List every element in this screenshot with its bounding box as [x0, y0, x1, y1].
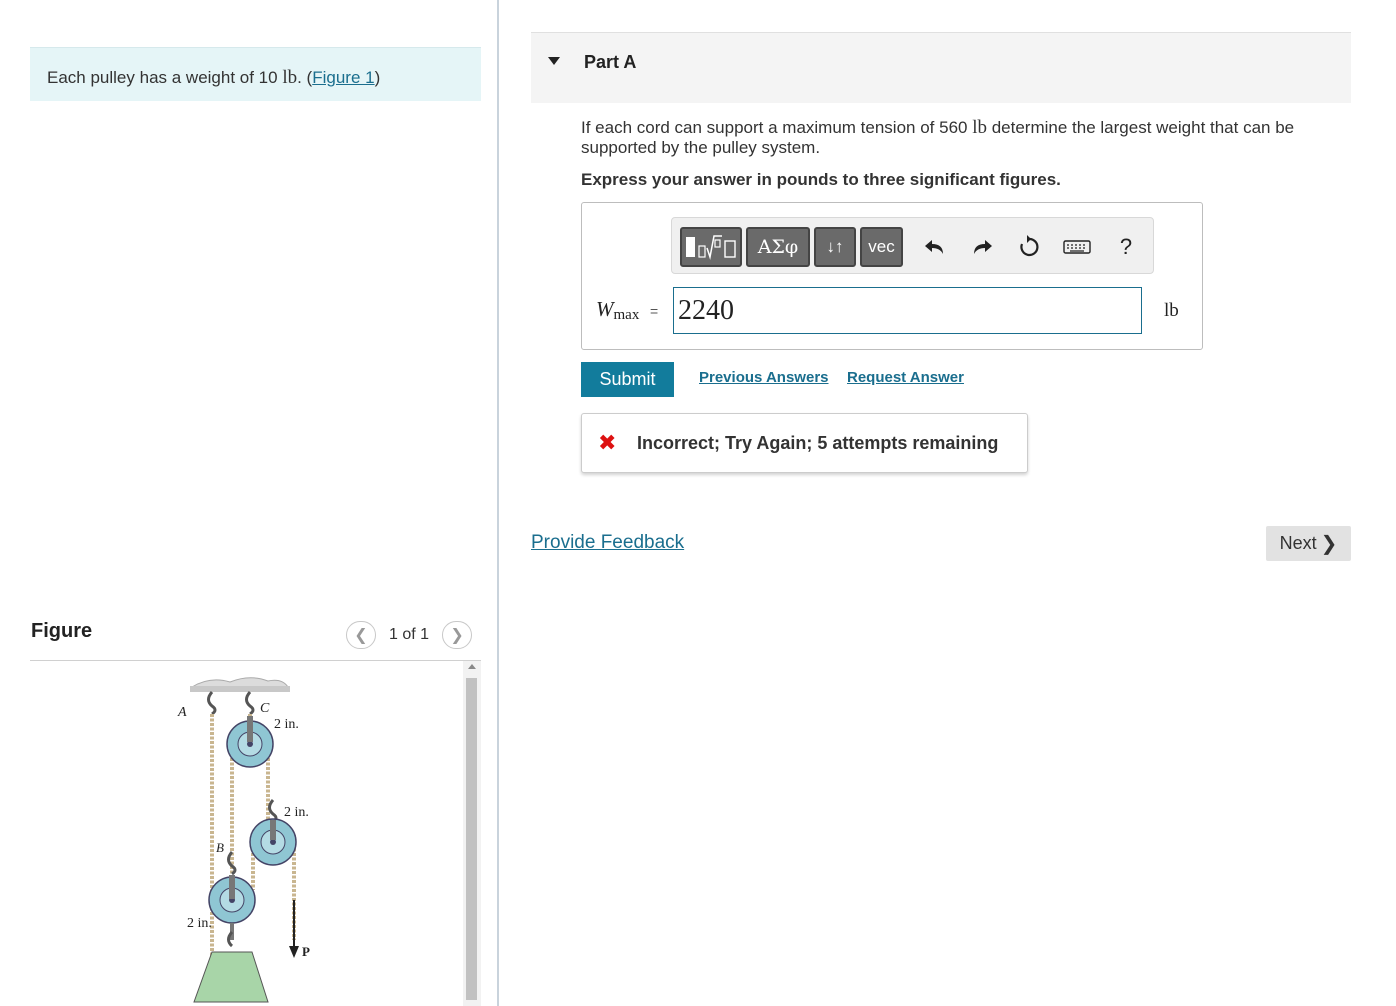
request-answer-link[interactable]: Request Answer [847, 369, 964, 386]
greek-icon[interactable]: ΑΣφ [746, 227, 810, 267]
label-a: A [177, 705, 187, 720]
provide-feedback-link[interactable]: Provide Feedback [531, 532, 684, 554]
equals-sign: = [650, 303, 659, 319]
math-toolbar: ΑΣφ ↓↑ vec ? [671, 217, 1154, 274]
ceiling-support [190, 677, 289, 688]
templates-icon[interactable] [680, 227, 742, 267]
scroll-up-arrow-icon[interactable] [468, 664, 476, 669]
intro-unit: lb [282, 67, 298, 88]
intro-text: Each pulley has a weight of 10 lb. (Figu… [47, 67, 381, 88]
weight-block [193, 951, 269, 1003]
chevron-left-icon[interactable]: ❮ [346, 621, 376, 649]
label-p: P [302, 944, 310, 959]
label-bottom-dim: 2 in. [187, 916, 212, 931]
reset-icon[interactable] [1014, 232, 1044, 262]
feedback-message: Incorrect; Try Again; 5 attempts remaini… [637, 433, 999, 453]
chevron-right-icon: ❯ [1320, 533, 1338, 555]
answer-input[interactable]: 2240 [673, 287, 1142, 334]
answer-instruction: Express your answer in pounds to three s… [581, 170, 1061, 189]
figure-title: Figure [31, 620, 93, 642]
undo-icon[interactable] [920, 232, 950, 262]
label-top-dim: 2 in. [274, 717, 299, 732]
figure-link[interactable]: Figure 1 [312, 68, 374, 87]
answer-variable: Wmax [596, 297, 640, 323]
hook-c [245, 691, 255, 716]
problem-intro: Each pulley has a weight of 10 lb. (Figu… [30, 47, 481, 101]
arrows-icon[interactable]: ↓↑ [814, 227, 856, 267]
figure-divider [30, 660, 481, 661]
figure-scrollbar-thumb[interactable] [466, 678, 477, 1000]
part-title[interactable]: Part A [584, 52, 636, 73]
vec-icon[interactable]: vec [860, 227, 903, 267]
chevron-right-icon[interactable]: ❯ [442, 621, 473, 649]
next-button[interactable]: Next ❯ [1266, 526, 1351, 561]
submit-button[interactable]: Submit [581, 362, 674, 397]
part-a-header[interactable] [531, 32, 1351, 103]
pager-text: 1 of 1 [389, 626, 430, 643]
label-b: B [216, 840, 224, 855]
keyboard-icon[interactable] [1062, 232, 1092, 262]
x-icon: ✖ [598, 430, 617, 455]
label-mid-dim: 2 in. [284, 805, 309, 820]
help-icon[interactable]: ? [1111, 232, 1141, 262]
collapse-caret-icon[interactable] [548, 57, 560, 65]
ceiling-beam [190, 686, 290, 692]
figure-pager: ❮ 1 of 1 ❯ [346, 621, 473, 649]
redo-icon[interactable] [967, 232, 997, 262]
label-c: C [260, 701, 270, 716]
panel-divider [497, 0, 499, 1006]
hook-a [207, 691, 217, 716]
previous-answers-link[interactable]: Previous Answers [699, 369, 829, 386]
pulley-figure: A C B 2 in. 2 in. 2 in. P [177, 677, 310, 1003]
answer-unit: lb [1164, 300, 1179, 321]
question-text: If each cord can support a maximum tensi… [581, 117, 1295, 158]
